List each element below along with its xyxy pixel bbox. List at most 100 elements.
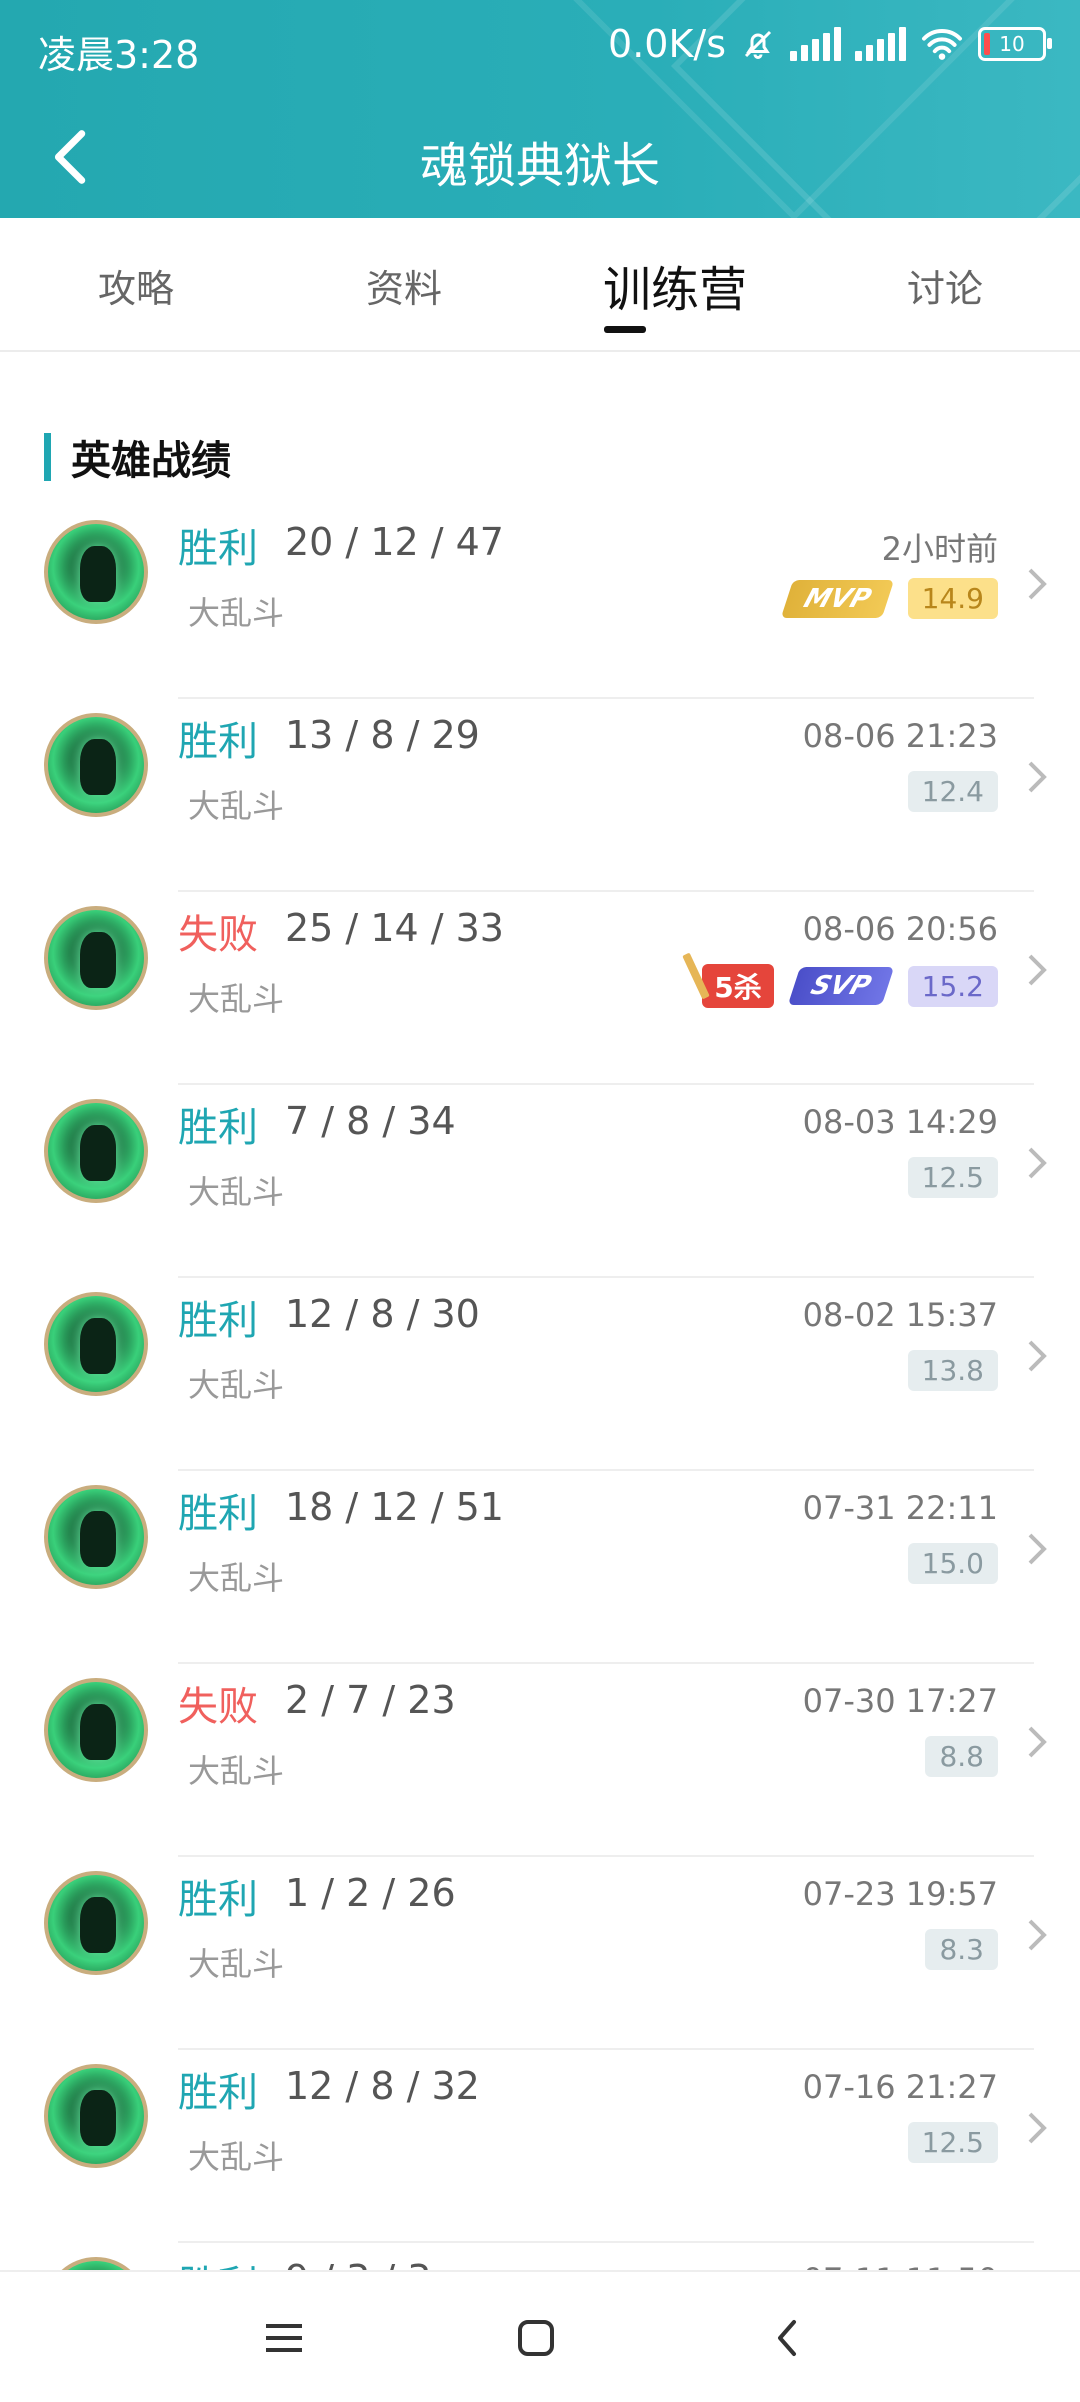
menu-icon[interactable] [260,2314,308,2362]
match-time: 07-30 17:27 [802,1682,998,1720]
match-result: 胜利 [178,1105,258,1151]
tab-discussion[interactable]: 讨论 [845,258,1045,313]
nav-bar: 魂锁典狱长 [0,96,1080,218]
page-title: 魂锁典狱长 [419,138,660,194]
tab-guide[interactable]: 攻略 [36,258,236,313]
match-result: 胜利 [178,2253,258,2270]
match-badges: 12.4 [907,771,998,812]
match-badges: 12.5 [907,1157,998,1198]
section-title: 英雄战绩 [71,438,231,484]
hero-avatar [44,2257,148,2270]
match-result: 胜利 [178,2070,258,2116]
match-result: 胜利 [178,1877,258,1923]
match-row[interactable]: 胜利 13 / 8 / 29 大乱斗 08-06 21:23 12.4 [0,699,1080,892]
app-header: 凌晨3:28 0.0K/s 10 魂锁典狱长 [0,0,1080,218]
match-badges: 8.8 [925,1736,998,1777]
match-row[interactable]: 胜利 7 / 8 / 34 大乱斗 08-03 14:29 12.5 [0,1085,1080,1278]
match-kda: 20 / 12 / 47 [285,520,504,564]
tab-info[interactable]: 资料 [304,258,504,313]
chevron-right-icon [1028,761,1047,793]
penta-kill-badge: 5杀 [702,964,774,1008]
match-result: 胜利 [178,1298,258,1344]
chevron-right-icon [1028,1533,1047,1565]
svp-badge: SVP [787,967,894,1005]
score-badge: 15.0 [907,1543,998,1584]
match-time: 2小时前 [881,530,998,568]
match-row[interactable]: 胜利 12 / 8 / 30 大乱斗 08-02 15:37 13.8 [0,1278,1080,1471]
match-result: 胜利 [178,526,258,572]
match-kda: 13 / 8 / 29 [285,713,480,757]
match-kda: 2 / 7 / 23 [285,1678,456,1722]
match-badges: 12.5 [907,2122,998,2163]
hero-avatar [44,1871,148,1975]
signal-icon [790,27,841,61]
match-row[interactable]: 失败 25 / 14 / 33 大乱斗 08-06 20:56 5杀 SVP 15.… [0,892,1080,1085]
match-result: 失败 [178,912,258,958]
match-result: 失败 [178,1684,258,1730]
match-mode: 大乱斗 [188,980,285,1018]
match-mode: 大乱斗 [188,787,285,825]
section-header: 英雄战绩 [44,428,231,486]
hero-avatar [44,1678,148,1782]
match-time: 08-06 21:23 [802,717,998,755]
match-mode: 大乱斗 [188,1559,285,1597]
match-kda: 18 / 12 / 51 [285,1485,504,1529]
match-row[interactable]: 胜利 18 / 12 / 51 大乱斗 07-31 22:11 15.0 [0,1471,1080,1664]
match-mode: 大乱斗 [188,2138,285,2176]
mute-bell-icon [744,30,772,59]
match-mode: 大乱斗 [188,594,285,632]
match-time: 07-23 19:57 [802,1875,998,1913]
score-badge: 12.4 [907,771,998,812]
match-kda: 12 / 8 / 32 [285,2064,480,2108]
hero-avatar [44,1485,148,1589]
chevron-right-icon [1028,1147,1047,1179]
score-badge: 14.9 [907,578,998,619]
match-kda: 7 / 8 / 34 [285,1099,456,1143]
match-kda: 9 / 3 / 3 [285,2257,431,2270]
match-row[interactable]: 胜利 12 / 8 / 32 大乱斗 07-16 21:27 12.5 [0,2050,1080,2243]
match-list: 胜利 20 / 12 / 47 大乱斗 2小时前 MVP 14.9 胜利 13 /… [0,506,1080,2270]
network-speed: 0.0K/s [608,22,726,66]
match-time: 08-06 20:56 [802,910,998,948]
score-badge: 8.3 [925,1929,998,1970]
hero-avatar [44,2064,148,2168]
nav-back-icon[interactable] [764,2314,812,2362]
match-result: 胜利 [178,1491,258,1537]
match-time: 08-03 14:29 [802,1103,998,1141]
match-kda: 12 / 8 / 30 [285,1292,480,1336]
mvp-badge: MVP [780,579,894,618]
match-mode: 大乱斗 [188,1173,285,1211]
match-kda: 25 / 14 / 33 [285,906,504,950]
section-accent-bar [44,433,51,481]
match-time: 08-02 15:37 [802,1296,998,1334]
chevron-right-icon [1028,2112,1047,2144]
tab-bar: 攻略 资料 训练营 讨论 [0,218,1080,352]
match-row[interactable]: 失败 2 / 7 / 23 大乱斗 07-30 17:27 8.8 [0,1664,1080,1857]
match-row[interactable]: 胜利 9 / 3 / 3 大乱斗 07-11 11:50 [0,2243,1080,2270]
match-mode: 大乱斗 [188,1945,285,1983]
status-icons: 0.0K/s 10 [608,22,1052,66]
match-time: 07-16 21:27 [802,2068,998,2106]
battery-level: 10 [999,32,1025,56]
match-mode: 大乱斗 [188,1752,285,1790]
tab-training[interactable]: 训练营 [575,250,775,320]
match-badges: 8.3 [925,1929,998,1970]
match-time: 07-11 11:50 [803,2261,998,2270]
home-icon[interactable] [512,2314,560,2362]
match-row[interactable]: 胜利 1 / 2 / 26 大乱斗 07-23 19:57 8.3 [0,1857,1080,2050]
chevron-right-icon [1028,1919,1047,1951]
hero-avatar [44,520,148,624]
battery-icon: 10 [978,27,1052,61]
status-bar: 凌晨3:28 0.0K/s 10 [0,0,1080,96]
match-badges: 15.0 [907,1543,998,1584]
active-tab-indicator [604,326,646,333]
hero-avatar [44,906,148,1010]
chevron-right-icon [1028,568,1047,600]
chevron-right-icon [1028,954,1047,986]
signal-icon [855,27,906,61]
match-result: 胜利 [178,719,258,765]
score-badge: 8.8 [925,1736,998,1777]
score-badge: 15.2 [907,965,998,1007]
wifi-icon [922,29,962,60]
match-row[interactable]: 胜利 20 / 12 / 47 大乱斗 2小时前 MVP 14.9 [0,506,1080,699]
